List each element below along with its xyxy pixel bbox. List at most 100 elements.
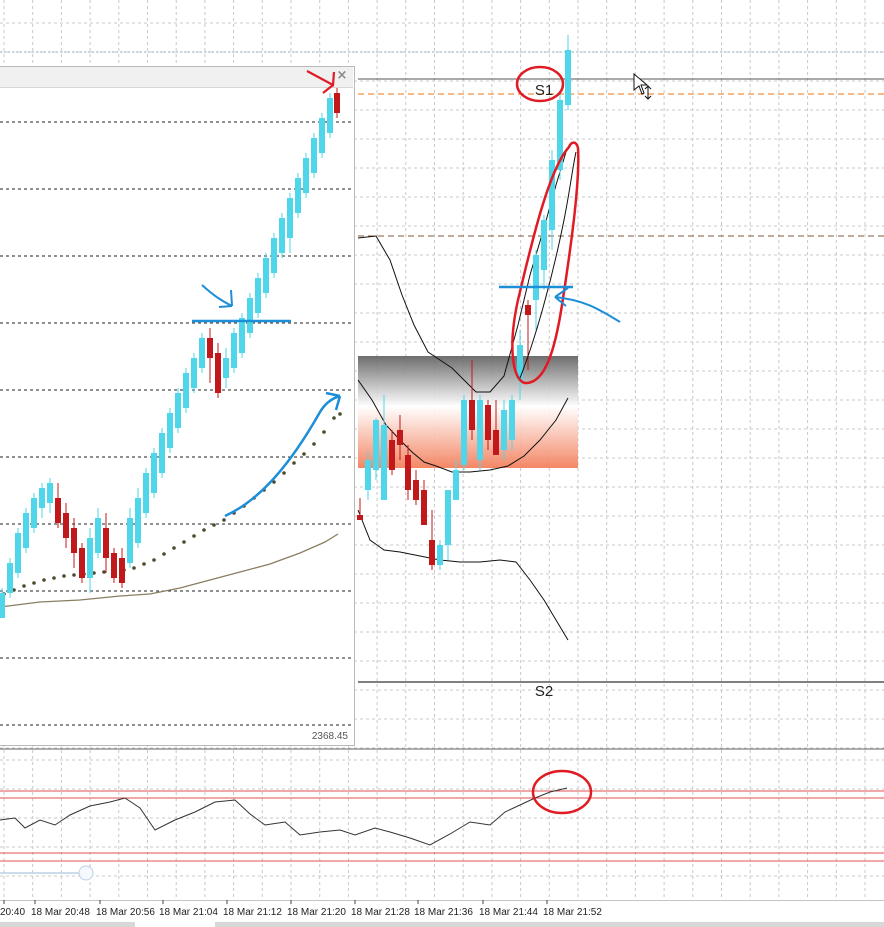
candle-body [381, 425, 387, 500]
candle-body [23, 513, 29, 548]
candle-body [477, 400, 483, 460]
candle-body [311, 138, 317, 173]
candle-body [397, 430, 403, 445]
level-label-s1: S1 [535, 82, 553, 99]
candle-body [247, 298, 253, 333]
candle-body [63, 513, 69, 538]
candle-body [7, 563, 13, 593]
candle-body [111, 553, 117, 578]
moving-average-dot [282, 471, 286, 475]
moving-average-dot [102, 570, 106, 574]
candle-body [437, 545, 443, 565]
moving-average-dot [62, 574, 66, 578]
time-tick-label: 18 Mar 21:12 [223, 907, 282, 918]
moving-average-dot [252, 496, 256, 500]
bottom-tab-strip[interactable] [0, 922, 135, 927]
moving-average-dot [22, 584, 26, 588]
moving-average-dot [52, 576, 56, 580]
oscillator-line [0, 787, 568, 846]
candle-body [557, 100, 563, 170]
candle-body [501, 410, 507, 450]
candle-body [287, 198, 293, 238]
candle-body [31, 498, 37, 528]
moving-average-dot [172, 546, 176, 550]
candle-body [549, 160, 555, 230]
time-tick-label: 18 Mar 20:48 [31, 907, 90, 918]
candle-body [47, 483, 53, 503]
candle-body [167, 413, 173, 448]
candle-body [39, 488, 45, 508]
candle-body [127, 518, 133, 563]
candle-body [119, 558, 125, 583]
candle-body [357, 515, 363, 520]
time-tick-label: 18 Mar 21:04 [159, 907, 218, 918]
candle-body [239, 318, 245, 353]
candle-body [199, 338, 205, 368]
candle-body [509, 400, 515, 440]
subwindow-chart-canvas [0, 88, 353, 726]
moving-average-dot [142, 562, 146, 566]
candle-body [565, 50, 571, 105]
candle-body [541, 220, 547, 270]
candle-body [365, 460, 371, 490]
moving-average-dot [338, 412, 342, 416]
moving-average-dot [182, 540, 186, 544]
candle-body [533, 255, 539, 300]
moving-average-dot [322, 430, 326, 434]
candle-body [175, 393, 181, 428]
candle-body [95, 518, 101, 553]
bottom-tab-strip[interactable] [215, 922, 884, 927]
subwindow-titlebar[interactable]: × [0, 67, 353, 88]
candle-body [445, 490, 451, 545]
moving-average-dot [262, 488, 266, 492]
oscillator-panel[interactable] [0, 750, 884, 900]
moving-average-dot [152, 558, 156, 562]
candle-body [183, 373, 189, 408]
moving-average-dot [292, 461, 296, 465]
level-label-s2: S2 [535, 683, 553, 700]
moving-average-slow [0, 533, 339, 608]
moving-average-dot [32, 581, 36, 585]
close-icon[interactable]: × [335, 68, 349, 84]
moving-average-dot [72, 573, 76, 577]
moving-average-dot [162, 552, 166, 556]
candle-body [215, 353, 221, 393]
moving-average-dot [222, 518, 226, 522]
scrollbar-handle [78, 865, 94, 881]
candle-body [461, 400, 467, 465]
time-tick-label: 20:40 [0, 907, 25, 918]
candle-body [15, 533, 21, 573]
candle-body [151, 453, 157, 493]
moving-average-dot [232, 511, 236, 515]
candle-body [421, 490, 427, 525]
time-tick-label: 18 Mar 21:36 [414, 907, 473, 918]
candle-body [405, 455, 411, 490]
candle-body [517, 345, 523, 380]
candle-body [143, 473, 149, 513]
moving-average-dot [202, 528, 206, 532]
candle-body [191, 358, 197, 388]
moving-average-dot [192, 534, 196, 538]
moving-average-dot [242, 504, 246, 508]
candle-body [493, 430, 499, 455]
candle-body [429, 540, 435, 565]
candle-body [453, 470, 459, 500]
candle-body [485, 405, 491, 440]
candle-body [413, 480, 419, 500]
candle-body [103, 528, 109, 558]
candle-body [207, 338, 213, 358]
candle-body [255, 278, 261, 313]
moving-average-dot [302, 452, 306, 456]
chart-subwindow[interactable]: × 2368.45 [0, 66, 355, 746]
moving-average-dot [272, 480, 276, 484]
candle-body [159, 433, 165, 473]
moving-average-dot [212, 523, 216, 527]
time-tick-label: 18 Mar 21:44 [479, 907, 538, 918]
candle-body [71, 528, 77, 553]
candle-body [319, 118, 325, 153]
moving-average-dot [132, 566, 136, 570]
candle-body [263, 258, 269, 293]
candle-body [279, 218, 285, 253]
candle-body [303, 158, 309, 193]
candle-body [79, 548, 85, 578]
